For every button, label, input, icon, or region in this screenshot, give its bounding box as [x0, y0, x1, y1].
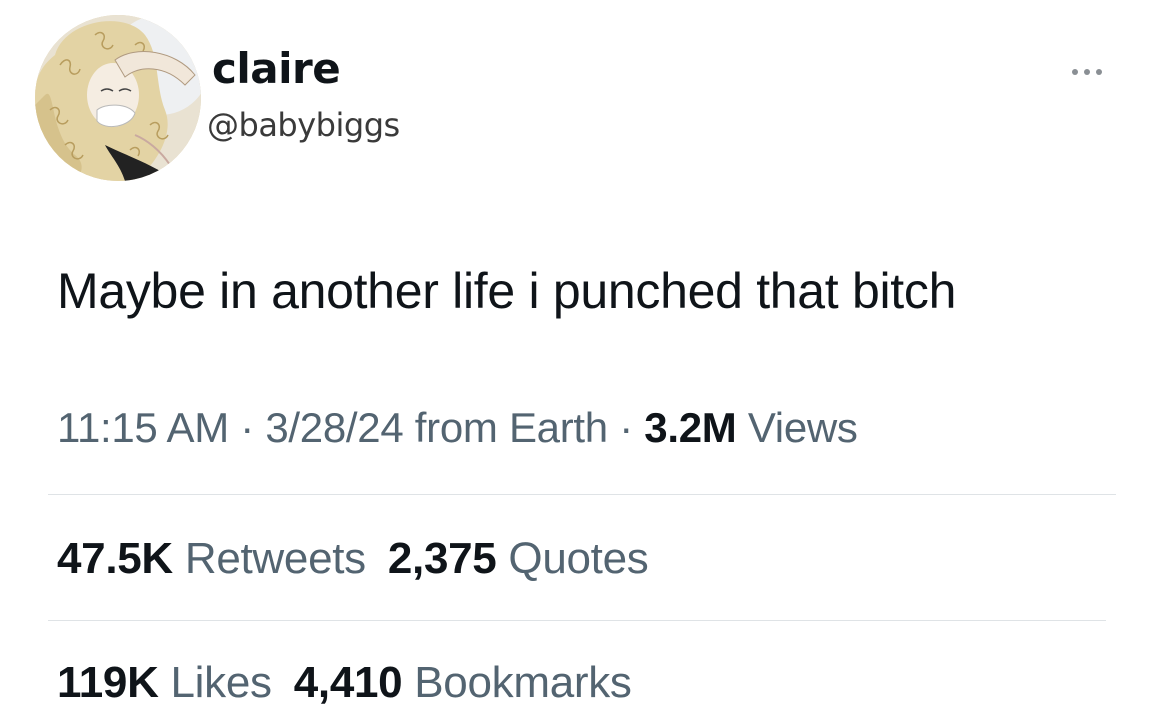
likes-stat[interactable]: 119K Likes: [57, 658, 272, 707]
avatar-illustration: [35, 15, 201, 181]
separator: ·: [607, 404, 645, 451]
separator: ·: [228, 404, 266, 451]
display-name[interactable]: claire: [212, 44, 341, 93]
retweets-count: 47.5K: [57, 534, 173, 583]
likes-count: 119K: [57, 658, 159, 707]
more-horizontal-icon[interactable]: [1062, 62, 1112, 82]
retweets-label: Retweets: [172, 534, 366, 583]
bookmarks-label: Bookmarks: [402, 658, 632, 707]
tweet-text: Maybe in another life i punched that bit…: [57, 263, 957, 319]
views-count: 3.2M: [644, 404, 737, 451]
divider: [48, 620, 1106, 621]
views-label: Views: [736, 404, 858, 451]
handle[interactable]: @babybiggs: [207, 106, 400, 144]
bookmarks-count: 4,410: [293, 658, 403, 707]
more-dot: [1084, 69, 1090, 75]
retweets-stat[interactable]: 47.5K Retweets: [57, 534, 366, 583]
quotes-count: 2,375: [387, 534, 497, 583]
divider: [48, 494, 1116, 495]
more-dot: [1096, 69, 1102, 75]
avatar[interactable]: [35, 15, 201, 181]
quotes-label: Quotes: [496, 534, 649, 583]
stats-row-likes-bookmarks: 119K Likes 4,410 Bookmarks: [57, 658, 632, 708]
more-dot: [1072, 69, 1078, 75]
likes-label: Likes: [158, 658, 272, 707]
tweet-source: from Earth: [403, 404, 608, 451]
tweet-card: claire @babybiggs Maybe in another life …: [0, 0, 1170, 710]
stats-row-retweets-quotes: 47.5K Retweets 2,375 Quotes: [57, 534, 649, 584]
tweet-time[interactable]: 11:15 AM: [57, 404, 229, 451]
quotes-stat[interactable]: 2,375 Quotes: [388, 534, 649, 583]
tweet-date[interactable]: 3/28/24: [265, 404, 403, 451]
tweet-meta: 11:15 AM · 3/28/24 from Earth · 3.2M Vie…: [57, 404, 858, 452]
bookmarks-stat[interactable]: 4,410 Bookmarks: [294, 658, 632, 707]
